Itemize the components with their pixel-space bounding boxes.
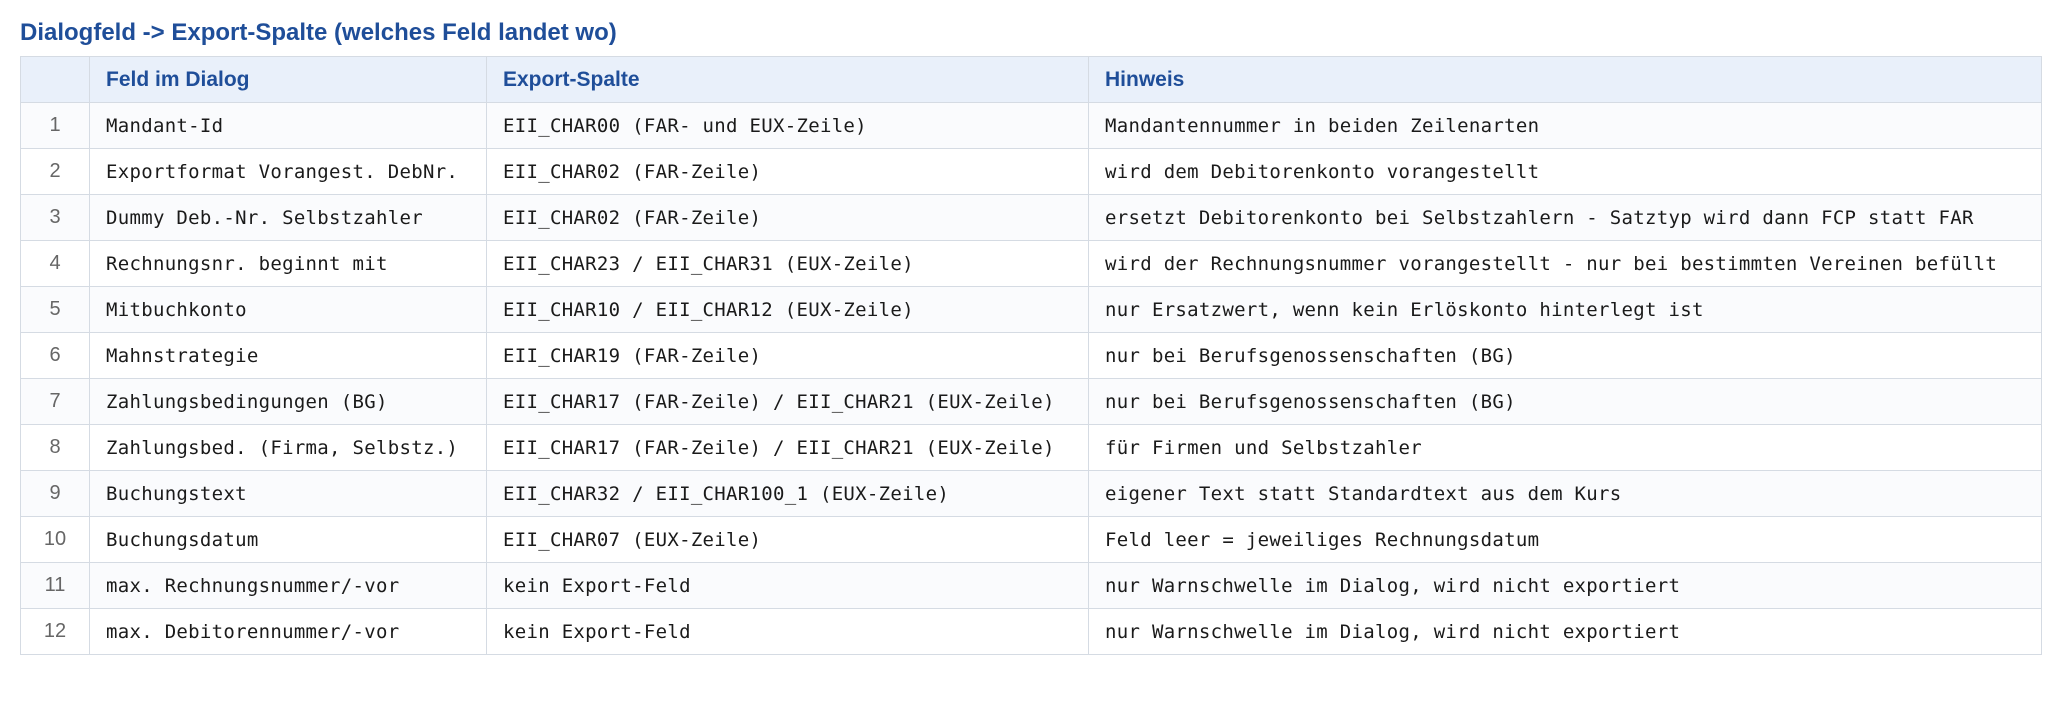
row-number: 8 xyxy=(20,424,90,471)
table-row: 10 Buchungsdatum EII_CHAR07 (EUX-Zeile) … xyxy=(20,516,2042,563)
row-number: 12 xyxy=(20,608,90,655)
export-column-cell: EII_CHAR02 (FAR-Zeile) xyxy=(486,148,1089,195)
dialog-field-cell: Zahlungsbedingungen (BG) xyxy=(89,378,487,425)
note-cell: wird der Rechnungsnummer vorangestellt -… xyxy=(1088,240,2042,287)
dialog-field-cell: Rechnungsnr. beginnt mit xyxy=(89,240,487,287)
table-row: 8 Zahlungsbed. (Firma, Selbstz.) EII_CHA… xyxy=(20,424,2042,471)
dialog-field-cell: Zahlungsbed. (Firma, Selbstz.) xyxy=(89,424,487,471)
row-number: 6 xyxy=(20,332,90,379)
export-column-cell: EII_CHAR32 / EII_CHAR100_1 (EUX-Zeile) xyxy=(486,470,1089,517)
dialog-field-cell: Mitbuchkonto xyxy=(89,286,487,333)
note-cell: Feld leer = jeweiliges Rechnungsdatum xyxy=(1088,516,2042,563)
dialog-field-cell: Mahnstrategie xyxy=(89,332,487,379)
header-dialog-field: Feld im Dialog xyxy=(89,56,487,103)
dialog-field-cell: Mandant-Id xyxy=(89,102,487,149)
header-note: Hinweis xyxy=(1088,56,2042,103)
table-row: 7 Zahlungsbedingungen (BG) EII_CHAR17 (F… xyxy=(20,378,2042,425)
dialog-field-cell: Dummy Deb.-Nr. Selbstzahler xyxy=(89,194,487,241)
dialog-field-cell: Exportformat Vorangest. DebNr. xyxy=(89,148,487,195)
row-number: 11 xyxy=(20,562,90,609)
export-column-cell: kein Export-Feld xyxy=(486,562,1089,609)
export-column-cell: EII_CHAR17 (FAR-Zeile) / EII_CHAR21 (EUX… xyxy=(486,424,1089,471)
export-column-cell: EII_CHAR23 / EII_CHAR31 (EUX-Zeile) xyxy=(486,240,1089,287)
note-cell: Mandantennummer in beiden Zeilenarten xyxy=(1088,102,2042,149)
export-column-cell: EII_CHAR19 (FAR-Zeile) xyxy=(486,332,1089,379)
export-column-cell: EII_CHAR00 (FAR- und EUX-Zeile) xyxy=(486,102,1089,149)
header-row-number xyxy=(20,56,90,103)
note-cell: ersetzt Debitorenkonto bei Selbstzahlern… xyxy=(1088,194,2042,241)
dialog-field-cell: max. Rechnungsnummer/-vor xyxy=(89,562,487,609)
row-number: 4 xyxy=(20,240,90,287)
row-number: 10 xyxy=(20,516,90,563)
row-number: 2 xyxy=(20,148,90,195)
table-row: 1 Mandant-Id EII_CHAR00 (FAR- und EUX-Ze… xyxy=(20,102,2042,149)
note-cell: nur bei Berufsgenossenschaften (BG) xyxy=(1088,378,2042,425)
table-row: 11 max. Rechnungsnummer/-vor kein Export… xyxy=(20,562,2042,609)
row-number: 3 xyxy=(20,194,90,241)
row-number: 7 xyxy=(20,378,90,425)
page-title: Dialogfeld -> Export-Spalte (welches Fel… xyxy=(20,19,617,46)
note-cell: nur Warnschwelle im Dialog, wird nicht e… xyxy=(1088,562,2042,609)
export-column-cell: EII_CHAR10 / EII_CHAR12 (EUX-Zeile) xyxy=(486,286,1089,333)
row-number: 5 xyxy=(20,286,90,333)
table-row: 2 Exportformat Vorangest. DebNr. EII_CHA… xyxy=(20,148,2042,195)
note-cell: nur bei Berufsgenossenschaften (BG) xyxy=(1088,332,2042,379)
note-cell: wird dem Debitorenkonto vorangestellt xyxy=(1088,148,2042,195)
mapping-table: Feld im Dialog Export-Spalte Hinweis 1 M… xyxy=(20,56,2042,655)
note-cell: nur Warnschwelle im Dialog, wird nicht e… xyxy=(1088,608,2042,655)
table-row: 12 max. Debitorennummer/-vor kein Export… xyxy=(20,608,2042,655)
export-column-cell: EII_CHAR17 (FAR-Zeile) / EII_CHAR21 (EUX… xyxy=(486,378,1089,425)
row-number: 1 xyxy=(20,102,90,149)
export-column-cell: kein Export-Feld xyxy=(486,608,1089,655)
dialog-field-cell: Buchungstext xyxy=(89,470,487,517)
note-cell: eigener Text statt Standardtext aus dem … xyxy=(1088,470,2042,517)
table-row: 3 Dummy Deb.-Nr. Selbstzahler EII_CHAR02… xyxy=(20,194,2042,241)
dialog-field-cell: max. Debitorennummer/-vor xyxy=(89,608,487,655)
header-export-column: Export-Spalte xyxy=(486,56,1089,103)
table-header-row: Feld im Dialog Export-Spalte Hinweis xyxy=(20,56,2042,103)
dialog-field-cell: Buchungsdatum xyxy=(89,516,487,563)
table-row: 4 Rechnungsnr. beginnt mit EII_CHAR23 / … xyxy=(20,240,2042,287)
note-cell: für Firmen und Selbstzahler xyxy=(1088,424,2042,471)
table-row: 6 Mahnstrategie EII_CHAR19 (FAR-Zeile) n… xyxy=(20,332,2042,379)
row-number: 9 xyxy=(20,470,90,517)
note-cell: nur Ersatzwert, wenn kein Erlöskonto hin… xyxy=(1088,286,2042,333)
table-row: 9 Buchungstext EII_CHAR32 / EII_CHAR100_… xyxy=(20,470,2042,517)
export-column-cell: EII_CHAR02 (FAR-Zeile) xyxy=(486,194,1089,241)
export-column-cell: EII_CHAR07 (EUX-Zeile) xyxy=(486,516,1089,563)
table-row: 5 Mitbuchkonto EII_CHAR10 / EII_CHAR12 (… xyxy=(20,286,2042,333)
